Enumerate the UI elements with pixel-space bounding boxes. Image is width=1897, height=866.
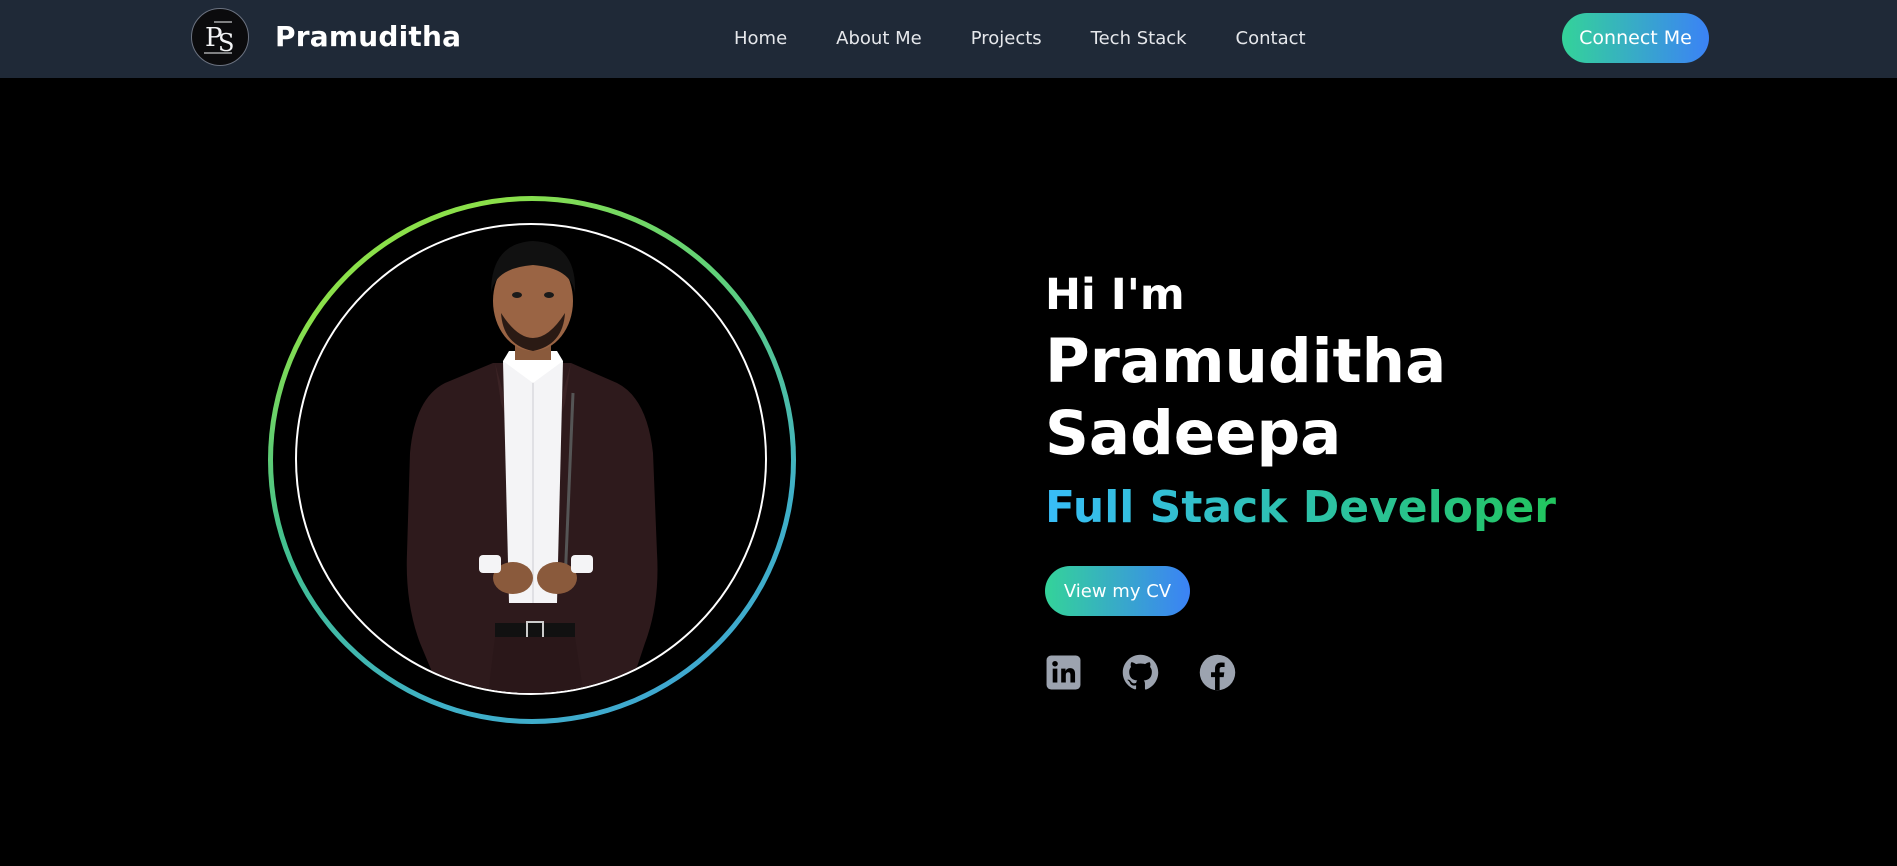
hero-intro: Hi I'm Pramuditha Sadeepa Full Stack Dev… (1045, 270, 1745, 691)
nav-link-about[interactable]: About Me (836, 28, 922, 49)
linkedin-icon[interactable] (1045, 654, 1082, 691)
nav-link-projects[interactable]: Projects (971, 28, 1042, 49)
logo-monogram-icon: P S (204, 21, 234, 57)
logo[interactable]: P S (191, 8, 249, 66)
nav-link-home[interactable]: Home (734, 28, 787, 49)
hero-role: Full Stack Developer (1045, 480, 1556, 536)
main-nav: Home About Me Projects Tech Stack Contac… (734, 28, 1306, 49)
navbar: P S Pramuditha Home About Me Projects Te… (0, 0, 1897, 78)
social-links (1045, 654, 1745, 691)
facebook-icon[interactable] (1199, 654, 1236, 691)
nav-link-tech-stack[interactable]: Tech Stack (1091, 28, 1187, 49)
person-photo (406, 241, 658, 693)
profile-portrait (268, 196, 796, 724)
github-icon[interactable] (1122, 654, 1159, 691)
view-cv-button[interactable]: View my CV (1045, 566, 1190, 616)
connect-me-button[interactable]: Connect Me (1562, 13, 1709, 63)
nav-link-contact[interactable]: Contact (1236, 28, 1306, 49)
greeting: Hi I'm (1045, 270, 1185, 320)
hero-name: Pramuditha Sadeepa (1045, 326, 1447, 469)
brand-name[interactable]: Pramuditha (275, 20, 461, 53)
